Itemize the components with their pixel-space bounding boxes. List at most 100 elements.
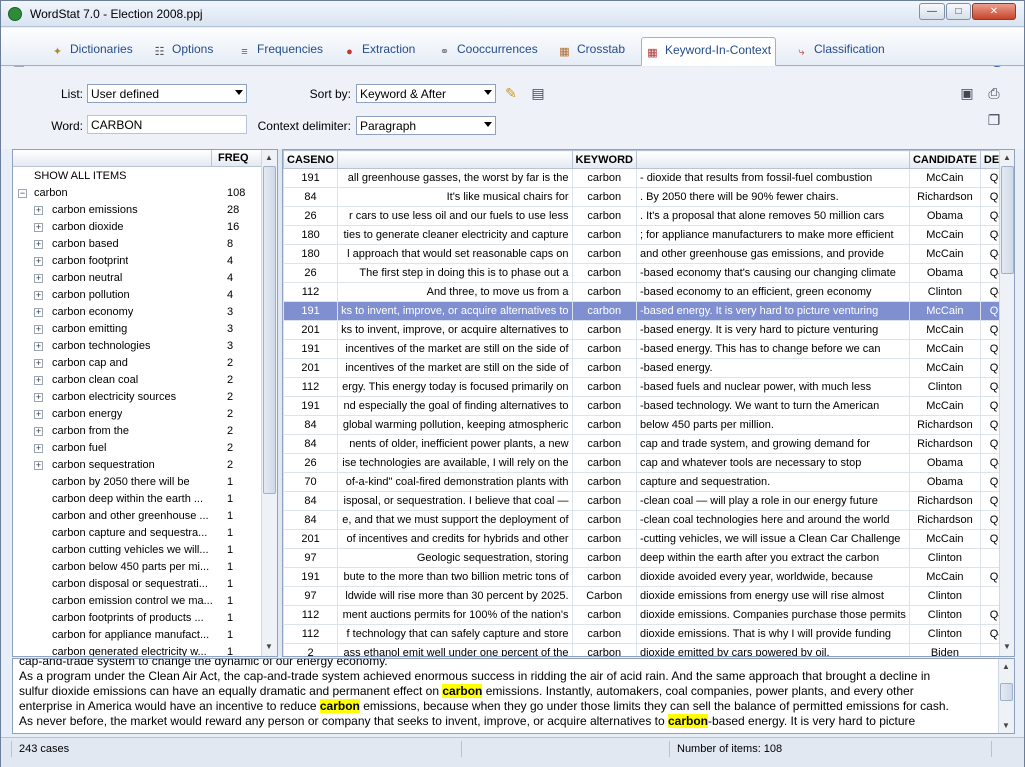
list-item[interactable]: + carbon dioxide 16 (13, 219, 261, 236)
table-row[interactable]: 97 Geologic sequestration, storing carbon d… (283, 548, 1014, 568)
context-delimiter-select[interactable]: Paragraph (356, 116, 496, 135)
list-scrollbar[interactable]: ▲ ▼ (261, 150, 277, 656)
table-row[interactable]: 84 global warming pollution, keeping atmo… (283, 415, 1014, 435)
document-text-panel[interactable]: cap-and-trade system to change the dynam… (12, 658, 1015, 734)
tab-dictionaries[interactable]: ✦ Dictionaries (47, 37, 137, 66)
table-row[interactable]: 97 ldwide will rise more than 30 percent … (283, 586, 1014, 606)
expand-icon[interactable]: + (34, 342, 43, 351)
table-row[interactable]: 191 bute to the more than two billion met… (283, 567, 1014, 587)
list-item[interactable]: carbon capture and sequestra... 1 (13, 525, 261, 542)
list-item[interactable]: + carbon based 8 (13, 236, 261, 253)
list-item[interactable]: carbon deep within the earth ... 1 (13, 491, 261, 508)
broom-icon[interactable]: ✎ (502, 84, 520, 102)
table-row[interactable]: 84 nents of older, inefficient power plan… (283, 434, 1014, 454)
window-layout-icon[interactable]: ❐ (985, 111, 1003, 129)
expand-icon[interactable]: + (34, 359, 43, 368)
tab-keyword-in-context[interactable]: ▦ Keyword-In-Context (641, 37, 777, 66)
close-button[interactable]: ✕ (972, 3, 1016, 20)
table-row[interactable]: 112 And three, to move us from a carbon -ba… (283, 282, 1014, 302)
kwic-scrollbar[interactable]: ▲ ▼ (999, 150, 1014, 656)
list-item[interactable]: − carbon 108 (13, 185, 261, 202)
candidate-column-header[interactable]: CANDIDATE (908, 150, 981, 169)
list-item[interactable]: + carbon technologies 3 (13, 338, 261, 355)
text-scrollbar[interactable]: ▲ ▼ (998, 659, 1014, 733)
table-row[interactable]: 26 r cars to use less oil and our fuels t… (283, 206, 1014, 226)
table-row[interactable]: 201 ks to invent, improve, or acquire alt… (283, 320, 1014, 340)
table-row[interactable]: 191 all greenhouse gasses, the worst by f… (283, 168, 1014, 188)
sort-by-select[interactable]: Keyword & After (356, 84, 496, 103)
table-row[interactable]: 112 f technology that can safely capture … (283, 624, 1014, 644)
expand-icon[interactable]: + (34, 274, 43, 283)
list-item[interactable]: + carbon pollution 4 (13, 287, 261, 304)
expand-icon[interactable]: + (34, 393, 43, 402)
expand-icon[interactable]: + (34, 257, 43, 266)
list-item[interactable]: carbon by 2050 there will be 1 (13, 474, 261, 491)
collapse-icon[interactable]: − (18, 189, 27, 198)
expand-icon[interactable]: + (34, 206, 43, 215)
table-row[interactable]: 26 ise technologies are available, I will… (283, 453, 1014, 473)
table-row[interactable]: 84 e, and that we must support the deploy… (283, 510, 1014, 530)
expand-icon[interactable]: + (34, 461, 43, 470)
scroll-up-icon[interactable]: ▲ (1002, 662, 1010, 671)
after-column-header[interactable] (635, 150, 910, 169)
expand-icon[interactable]: + (34, 410, 43, 419)
expand-icon[interactable]: + (34, 223, 43, 232)
freq-column-header[interactable]: FREQ (211, 150, 261, 167)
list-item[interactable]: carbon generated electricity w... 1 (13, 644, 261, 656)
expand-icon[interactable]: + (34, 291, 43, 300)
expand-icon[interactable]: + (34, 240, 43, 249)
list-item-show-all[interactable]: SHOW ALL ITEMS (13, 168, 261, 185)
list-select[interactable]: User defined (87, 84, 247, 103)
list-item[interactable]: + carbon emissions 28 (13, 202, 261, 219)
table-row[interactable]: 201 incentives of the market are still on… (283, 358, 1014, 378)
list-item[interactable]: + carbon clean coal 2 (13, 372, 261, 389)
table-row[interactable]: 191nd especially the goal of finding alt… (283, 396, 1014, 416)
expand-icon[interactable]: + (34, 427, 43, 436)
list-item[interactable]: carbon below 450 parts per mi... 1 (13, 559, 261, 576)
list-item[interactable]: carbon cutting vehicles we will... 1 (13, 542, 261, 559)
tab-crosstab[interactable]: ▦ Crosstab (554, 37, 629, 66)
table-row[interactable]: 201 of incentives and credits for hybrids… (283, 529, 1014, 549)
scroll-down-icon[interactable]: ▼ (265, 642, 273, 651)
table-row[interactable]: 84 It's like musical chairs for carbon. By… (283, 187, 1014, 207)
expand-icon[interactable]: + (34, 444, 43, 453)
table-row[interactable]: 180 l approach that would set reasonable … (283, 244, 1014, 264)
keyword-column-header[interactable]: KEYWORD (571, 150, 637, 169)
list-item[interactable]: + carbon sequestration 2 (13, 457, 261, 474)
caseno-column-header[interactable]: CASENO (283, 150, 339, 169)
kwic-scroll-thumb[interactable] (1001, 166, 1014, 274)
tab-options[interactable]: ☷ Options (149, 37, 217, 66)
scroll-down-icon[interactable]: ▼ (1003, 642, 1011, 651)
scroll-up-icon[interactable]: ▲ (1003, 153, 1011, 162)
tab-classification[interactable]: ⤷ Classification (791, 37, 889, 66)
minimize-button[interactable]: — (919, 3, 945, 20)
table-row[interactable]: 112 ergy. This energy today is focused pr… (283, 377, 1014, 397)
expand-icon[interactable]: + (34, 325, 43, 334)
table-row[interactable]: 180 ties to generate cleaner electricity … (283, 225, 1014, 245)
list-item[interactable]: carbon for appliance manufact... 1 (13, 627, 261, 644)
list-item[interactable]: carbon and other greenhouse ... 1 (13, 508, 261, 525)
word-input[interactable]: CARBON (87, 115, 247, 134)
table-row[interactable]: 70 of-a-kind" coal-fired demonstration pl… (283, 472, 1014, 492)
list-item[interactable]: + carbon economy 3 (13, 304, 261, 321)
list-item[interactable]: + carbon cap and 2 (13, 355, 261, 372)
list-item[interactable]: + carbon from the 2 (13, 423, 261, 440)
list-item[interactable]: + carbon fuel 2 (13, 440, 261, 457)
text-scroll-thumb[interactable] (1000, 683, 1013, 701)
maximize-button[interactable]: □ (946, 3, 971, 20)
expand-icon[interactable]: + (34, 308, 43, 317)
list-item[interactable]: + carbon emitting 3 (13, 321, 261, 338)
table-row[interactable]: 84 isposal, or sequestration. I believe t… (283, 491, 1014, 511)
tab-frequencies[interactable]: ≡ Frequencies (234, 37, 327, 66)
list-item[interactable]: carbon disposal or sequestrati... 1 (13, 576, 261, 593)
tab-extraction[interactable]: ● Extraction (339, 37, 419, 66)
scroll-down-icon[interactable]: ▼ (1002, 721, 1010, 730)
list-scroll-thumb[interactable] (263, 166, 276, 494)
table-row[interactable]: 26 The first step in doing this is to pha… (283, 263, 1014, 283)
save-icon[interactable]: ▣ (958, 84, 976, 102)
table-row[interactable]: 191 ks to invent, improve, or acquire alt… (283, 301, 1014, 321)
table-row[interactable]: 191 incentives of the market are still on… (283, 339, 1014, 359)
list-item[interactable]: + carbon neutral 4 (13, 270, 261, 287)
expand-icon[interactable]: + (34, 376, 43, 385)
print-icon[interactable]: ⎙ (985, 84, 1003, 102)
